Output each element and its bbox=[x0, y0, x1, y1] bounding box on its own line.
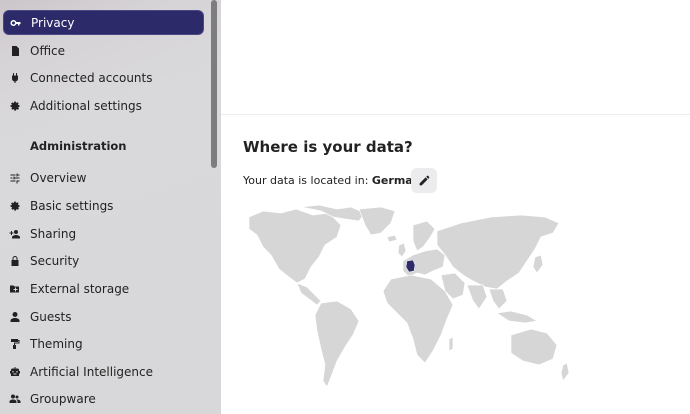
cog-icon bbox=[9, 100, 21, 112]
person-icon bbox=[9, 311, 21, 323]
cog-icon bbox=[9, 200, 21, 212]
data-location-text: Your data is located in: Germany. bbox=[243, 174, 431, 187]
sidebar-item-label: Connected accounts bbox=[30, 70, 153, 85]
sidebar-item-security[interactable]: Security bbox=[3, 248, 204, 273]
sidebar-item-artificial-intelligence[interactable]: Artificial Intelligence bbox=[3, 359, 204, 384]
section-divider bbox=[221, 114, 690, 115]
map-central-america bbox=[296, 282, 322, 306]
robot-icon bbox=[9, 366, 21, 378]
sidebar-scrollbar[interactable] bbox=[211, 0, 217, 168]
sidebar-item-label: External storage bbox=[30, 281, 130, 296]
map-south-america bbox=[314, 300, 360, 388]
map-new-zealand bbox=[560, 362, 570, 382]
sidebar-item-groupware[interactable]: Groupware bbox=[3, 386, 204, 411]
sidebar-item-label: Groupware bbox=[30, 391, 96, 406]
sidebar-item-label: Basic settings bbox=[30, 198, 114, 213]
sidebar-item-label: Security bbox=[30, 253, 80, 268]
document-icon bbox=[9, 45, 21, 57]
sidebar-item-label: Artificial Intelligence bbox=[30, 364, 153, 379]
folder-plus-icon bbox=[9, 283, 21, 295]
map-australia bbox=[510, 328, 558, 366]
sidebar: Privacy Office Connected accounts Additi… bbox=[0, 0, 221, 414]
map-india bbox=[466, 284, 488, 310]
map-indonesia bbox=[496, 310, 538, 324]
map-africa bbox=[382, 274, 454, 364]
edit-location-button[interactable] bbox=[411, 168, 437, 193]
key-icon bbox=[10, 17, 22, 29]
share-person-icon bbox=[9, 228, 21, 240]
sidebar-item-theming[interactable]: Theming bbox=[3, 331, 204, 356]
page-title: Where is your data? bbox=[243, 138, 413, 156]
sidebar-item-label: Sharing bbox=[30, 226, 77, 241]
sidebar-item-basic-settings[interactable]: Basic settings bbox=[3, 193, 204, 218]
lock-icon bbox=[9, 255, 21, 267]
sidebar-item-label: Guests bbox=[30, 309, 72, 324]
sidebar-item-label: Privacy bbox=[31, 15, 75, 30]
sidebar-item-office[interactable]: Office bbox=[3, 38, 204, 63]
sidebar-item-overview[interactable]: Overview bbox=[3, 165, 204, 190]
sidebar-item-label: Additional settings bbox=[30, 98, 142, 113]
map-madagascar bbox=[448, 336, 454, 352]
sidebar-item-privacy[interactable]: Privacy bbox=[3, 10, 204, 35]
map-greenland bbox=[358, 206, 396, 236]
tune-icon bbox=[9, 172, 21, 184]
sidebar-item-connected-accounts[interactable]: Connected accounts bbox=[3, 65, 204, 90]
world-map bbox=[248, 205, 570, 388]
sidebar-item-sharing[interactable]: Sharing bbox=[3, 221, 204, 246]
map-uk bbox=[397, 242, 407, 258]
group-icon bbox=[9, 393, 21, 405]
sidebar-item-additional-settings[interactable]: Additional settings bbox=[3, 93, 204, 118]
sidebar-item-external-storage[interactable]: External storage bbox=[3, 276, 204, 301]
map-scandinavia bbox=[412, 220, 436, 252]
sidebar-item-guests[interactable]: Guests bbox=[3, 304, 204, 329]
sidebar-item-label: Theming bbox=[30, 336, 83, 351]
map-japan bbox=[532, 254, 544, 274]
administration-heading: Administration bbox=[30, 139, 127, 153]
location-prefix: Your data is located in: bbox=[243, 174, 372, 187]
pencil-icon bbox=[419, 175, 429, 186]
map-iceland bbox=[386, 234, 398, 243]
map-north-america bbox=[248, 208, 342, 284]
plug-icon bbox=[9, 72, 21, 84]
main-content: Where is your data? Your data is located… bbox=[221, 0, 690, 414]
paint-roller-icon bbox=[9, 338, 21, 350]
sidebar-item-label: Overview bbox=[30, 170, 87, 185]
map-southeast-asia bbox=[488, 288, 508, 310]
sidebar-item-label: Office bbox=[30, 43, 66, 58]
